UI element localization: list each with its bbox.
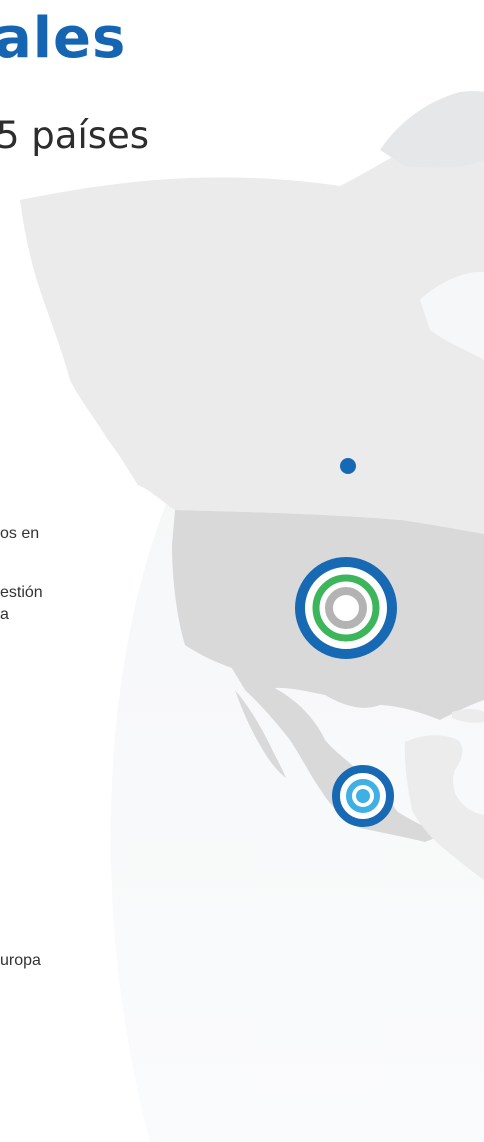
body-text-fragment: uropa [0, 952, 41, 969]
usa-marker[interactable] [295, 557, 397, 659]
body-text-fragment: os en [0, 525, 40, 542]
arctic-island [380, 91, 484, 168]
page-subtitle: 5 países [0, 114, 150, 157]
canada-marker-dot[interactable] [340, 458, 356, 474]
mexico-marker[interactable] [332, 765, 394, 827]
body-text-fragment: estión [0, 584, 43, 601]
page: ales 5 países os en estión a uropa [0, 0, 484, 1142]
page-title: ales [0, 6, 127, 71]
body-text-fragment: a [0, 606, 9, 623]
world-map [20, 90, 484, 1142]
